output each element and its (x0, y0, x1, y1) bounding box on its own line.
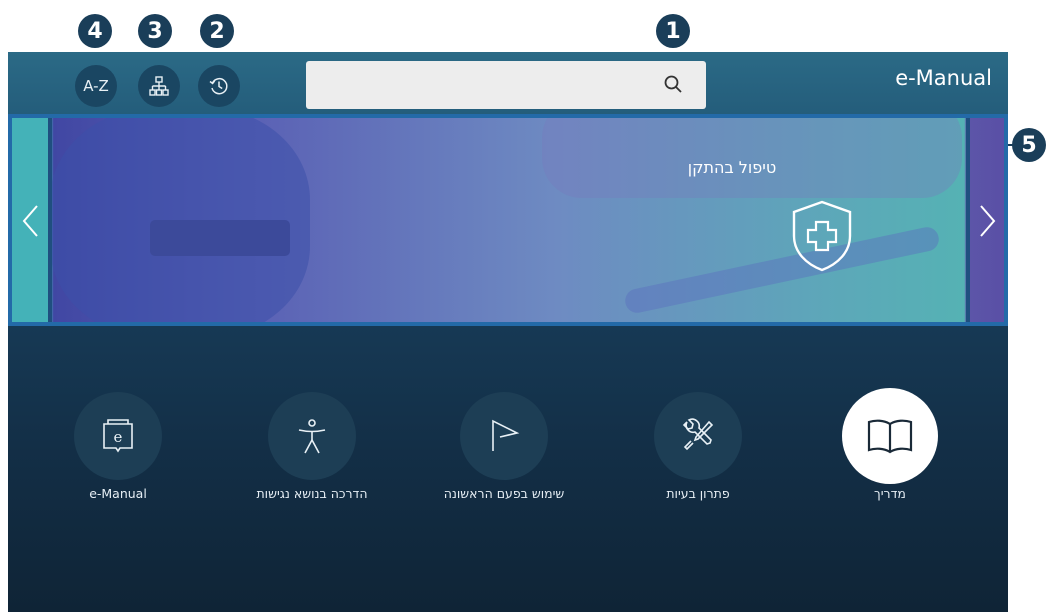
callout-marker-2: 2 (200, 14, 234, 48)
flag-icon (492, 419, 520, 451)
tile-label-emanual: e-Manual (89, 486, 147, 501)
banner-carousel[interactable]: טיפול בהתקן (8, 114, 1008, 326)
tile-label-guide: מדריך (874, 486, 906, 501)
az-index-button[interactable]: A-Z (75, 65, 117, 107)
chevron-right-icon[interactable] (976, 204, 998, 238)
callout-marker-3: 3 (138, 14, 172, 48)
tile-guide[interactable] (842, 388, 938, 484)
az-index-label: A-Z (83, 77, 109, 95)
search-input[interactable] (306, 61, 706, 109)
sitemap-icon (149, 76, 169, 96)
top-bar: A-Z e-Manual (8, 52, 1008, 114)
chevron-left-icon[interactable] (20, 204, 42, 238)
tile-troubleshooting[interactable] (654, 392, 742, 480)
accessibility-icon (298, 419, 326, 454)
shield-plus-icon (792, 200, 852, 272)
history-icon (209, 77, 228, 95)
callout-marker-5: 5 (1012, 128, 1046, 162)
tile-label-accessibility-guide: הדרכה בנושא נגישות (256, 486, 368, 501)
banner-slide[interactable]: טיפול בהתקן (12, 118, 1004, 322)
tile-first-time-use[interactable] (460, 392, 548, 480)
wrench-screwdriver-icon (682, 418, 714, 451)
tile-emanual[interactable]: e (74, 392, 162, 480)
history-button[interactable] (198, 65, 240, 107)
callout-marker-4: 4 (78, 14, 112, 48)
tile-label-first-time-use: שימוש בפעם הראשונה (443, 486, 565, 501)
book-icon (867, 419, 913, 454)
tv-screen: A-Z e-Manual טיפול בהתקן מדריך פתרון בעי… (8, 52, 1008, 612)
banner-decoration (150, 220, 290, 256)
banner-title: טיפול בהתקן (687, 158, 777, 177)
emanual-book-icon: e (103, 419, 133, 453)
tile-label-troubleshooting: פתרון בעיות (666, 486, 730, 501)
callout-marker-1: 1 (656, 14, 690, 48)
search-icon (664, 75, 682, 93)
banner-decoration (623, 224, 941, 316)
svg-text:e: e (114, 428, 123, 446)
tile-accessibility-guide[interactable] (268, 392, 356, 480)
app-title: e-Manual (895, 66, 992, 90)
banner-divider (48, 118, 52, 322)
banner-divider (966, 118, 970, 322)
sitemap-button[interactable] (138, 65, 180, 107)
